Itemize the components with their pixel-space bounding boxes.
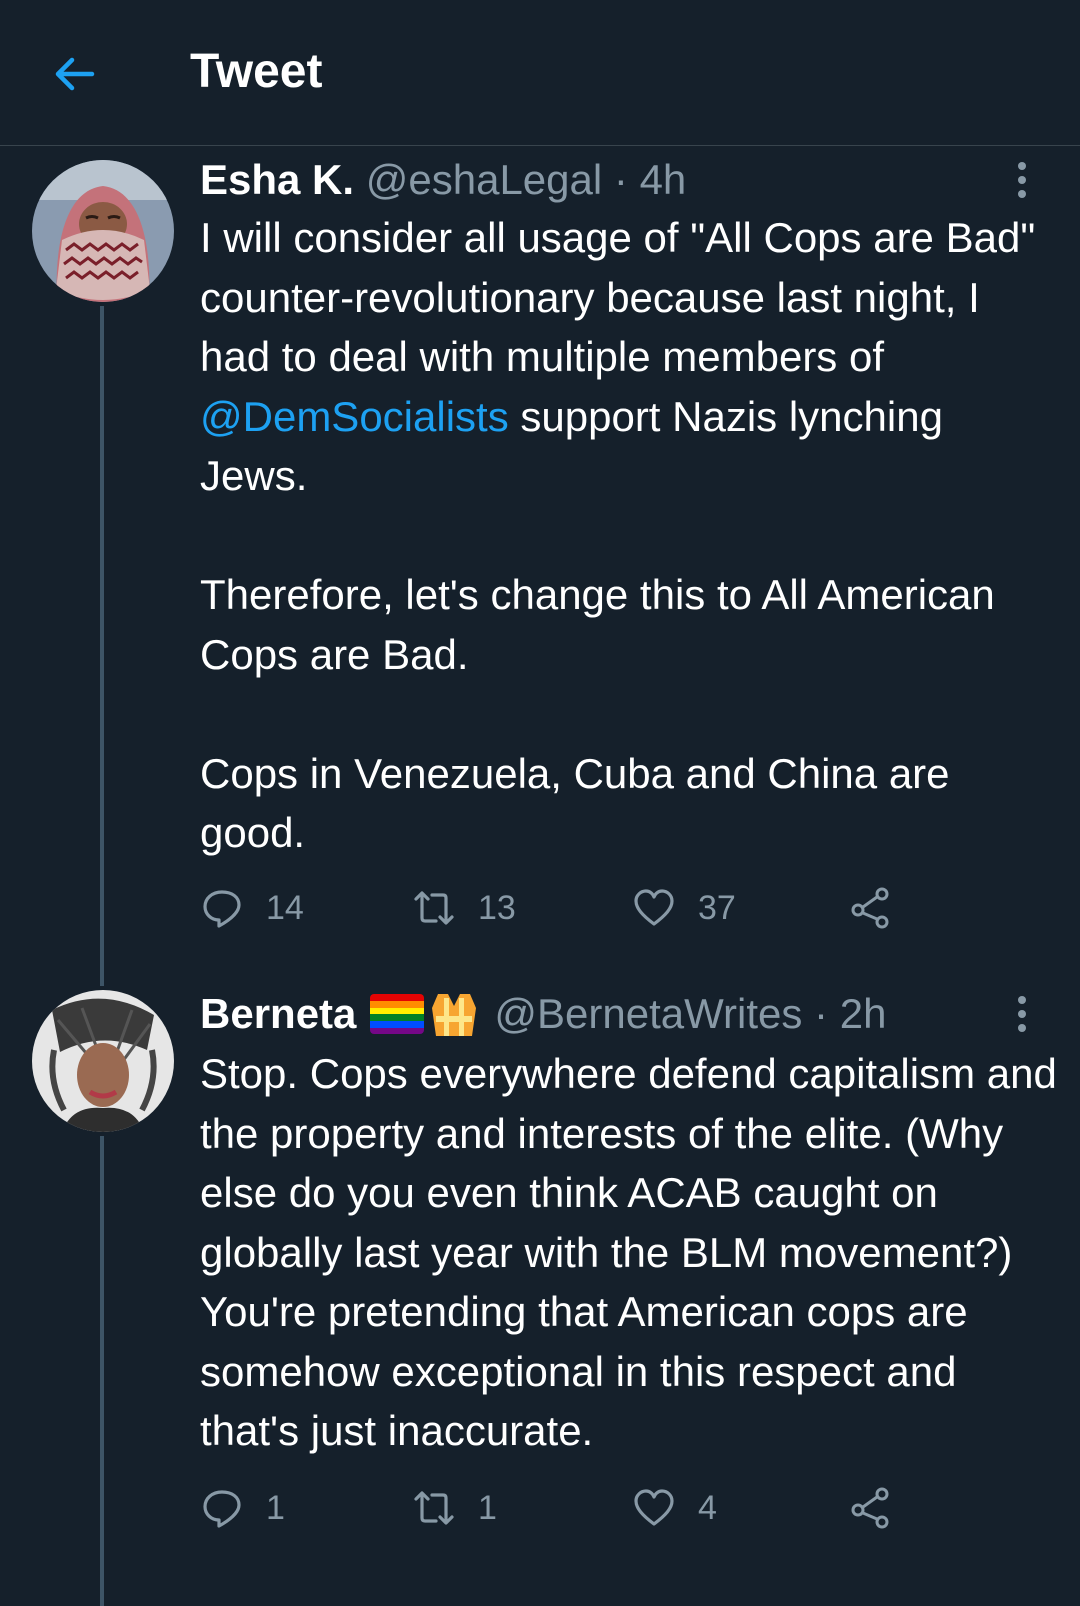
retweet-icon bbox=[414, 891, 454, 925]
tweet-actions: 1 1 4 bbox=[200, 1483, 920, 1533]
reply-icon bbox=[203, 890, 241, 928]
page-title: Tweet bbox=[190, 45, 323, 98]
share-button[interactable] bbox=[848, 1483, 914, 1533]
back-arrow-icon[interactable] bbox=[50, 50, 98, 98]
like-count: 37 bbox=[698, 888, 736, 927]
timestamp[interactable]: 2h bbox=[840, 990, 887, 1037]
thread-line bbox=[100, 1136, 104, 1606]
tweet-text: Stop. Cops everywhere defend capitalism … bbox=[200, 1050, 1057, 1454]
display-name[interactable]: Esha K. bbox=[200, 156, 354, 203]
reply-count: 1 bbox=[266, 1488, 285, 1527]
retweet-button[interactable]: 13 bbox=[412, 883, 516, 933]
top-bar: Tweet bbox=[0, 0, 1080, 146]
tweet-esha[interactable]: Esha K. @eshaLegal · 4h I will consider … bbox=[0, 146, 1080, 986]
retweet-count: 13 bbox=[478, 888, 516, 927]
tweet-actions: 14 13 37 bbox=[200, 883, 920, 933]
tweet-text: I will consider all usage of "All Cops a… bbox=[200, 208, 1060, 863]
tweet-text-part: I will consider all usage of "All Cops a… bbox=[200, 214, 1036, 380]
more-icon[interactable] bbox=[1012, 158, 1032, 202]
rainbow-flag-icon bbox=[370, 994, 425, 1034]
like-button[interactable]: 37 bbox=[632, 883, 736, 933]
reply-count: 14 bbox=[266, 888, 304, 927]
retweet-icon bbox=[414, 1491, 454, 1525]
display-name[interactable]: Berneta bbox=[200, 990, 356, 1037]
safety-vest-icon bbox=[432, 994, 477, 1036]
tweet-header: Esha K. @eshaLegal · 4h bbox=[200, 155, 686, 205]
like-icon bbox=[634, 1489, 674, 1526]
reply-button[interactable]: 1 bbox=[200, 1483, 285, 1533]
timestamp[interactable]: 4h bbox=[640, 156, 687, 203]
avatar[interactable] bbox=[32, 990, 174, 1132]
retweet-button[interactable]: 1 bbox=[412, 1483, 497, 1533]
reply-icon bbox=[203, 1490, 241, 1528]
reply-button[interactable]: 14 bbox=[200, 883, 304, 933]
avatar[interactable] bbox=[32, 160, 174, 302]
like-icon bbox=[634, 889, 674, 926]
like-count: 4 bbox=[698, 1488, 717, 1527]
avatar-esha-image bbox=[32, 160, 174, 302]
tweet-header: Berneta @BernetaWrites · 2h bbox=[200, 988, 886, 1046]
thread-line bbox=[100, 306, 104, 986]
handle[interactable]: @eshaLegal bbox=[366, 156, 602, 203]
more-icon[interactable] bbox=[1012, 992, 1032, 1036]
tweet-berneta[interactable]: Berneta @BernetaWrites · 2h Stop. Cops e… bbox=[0, 982, 1080, 1606]
share-icon bbox=[851, 887, 889, 929]
mention-link[interactable]: @DemSocialists bbox=[200, 393, 509, 440]
handle[interactable]: @BernetaWrites bbox=[494, 990, 802, 1037]
like-button[interactable]: 4 bbox=[632, 1483, 717, 1533]
tweet-text-part: support Nazis lynching Jews. Therefore, … bbox=[200, 392, 995, 857]
separator: · bbox=[814, 990, 829, 1038]
share-button[interactable] bbox=[848, 883, 914, 933]
avatar-berneta-image bbox=[32, 990, 174, 1132]
share-icon bbox=[851, 1487, 889, 1529]
separator: · bbox=[613, 156, 628, 203]
retweet-count: 1 bbox=[478, 1488, 497, 1527]
